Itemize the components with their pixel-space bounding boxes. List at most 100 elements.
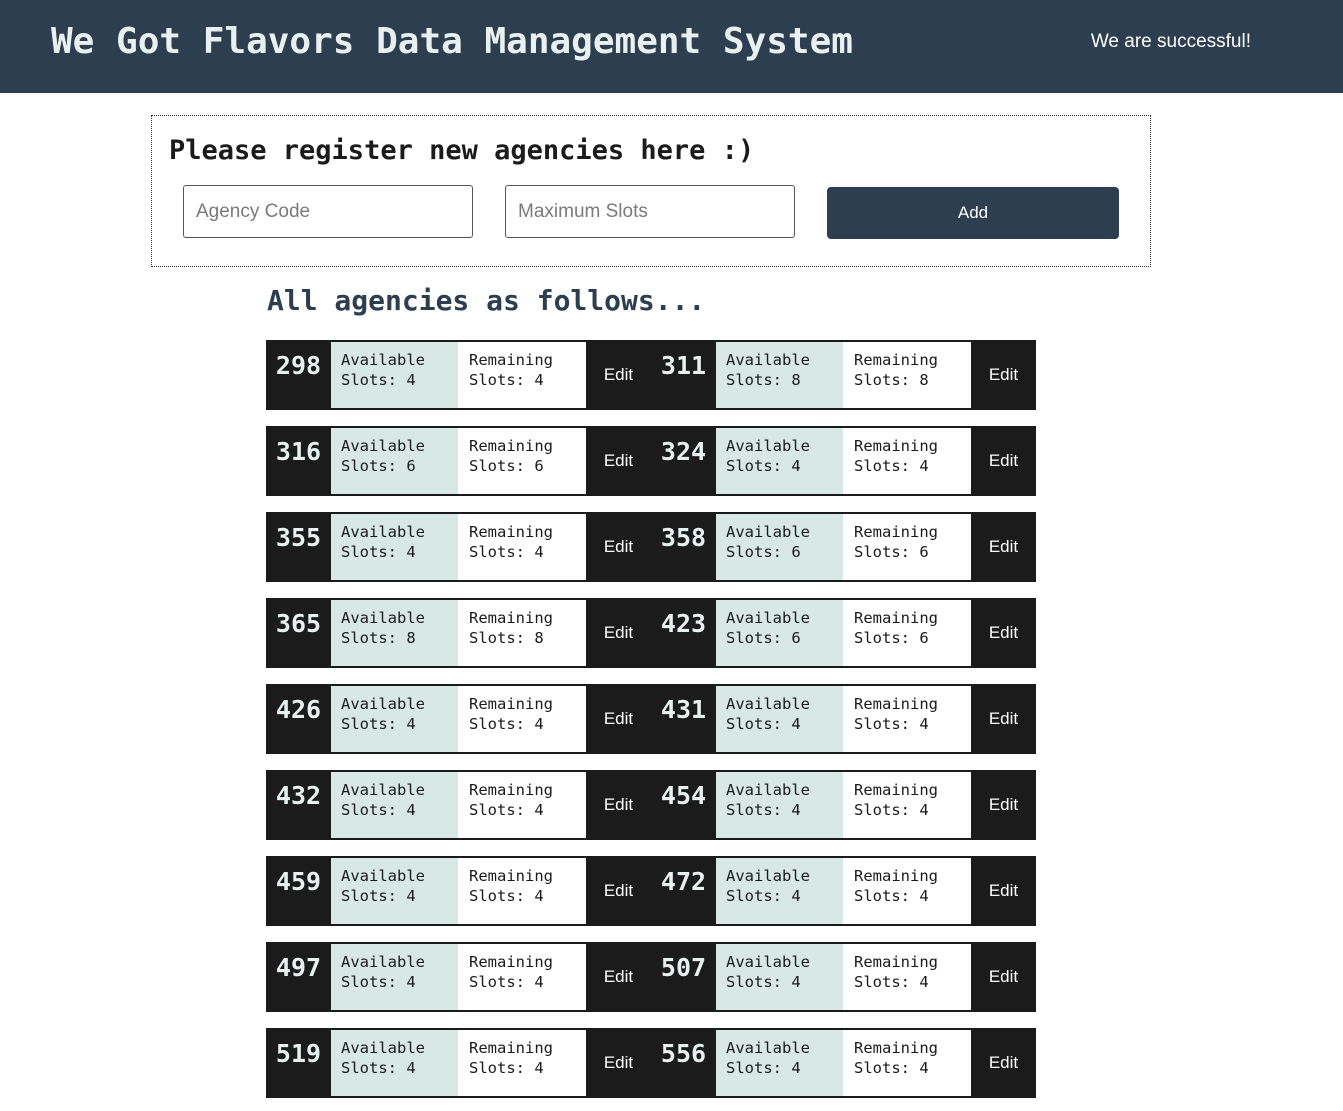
- slots-prefix: Slots:: [341, 543, 397, 561]
- available-slots-value: 4: [406, 543, 416, 561]
- remaining-label: Remaining: [469, 953, 553, 971]
- edit-agency-button[interactable]: Edit: [971, 426, 1036, 496]
- remaining-slots-line: Slots: 4: [469, 972, 586, 992]
- agency-card: 454 Available Slots: 4 Remaining Slots: 4 Edi…: [651, 770, 1036, 840]
- edit-agency-button[interactable]: Edit: [586, 1028, 651, 1098]
- agency-card: 431 Available Slots: 4 Remaining Slots: 4 Edi…: [651, 684, 1036, 754]
- available-slots-cell: Available Slots: 6: [716, 600, 843, 666]
- edit-agency-button[interactable]: Edit: [971, 684, 1036, 754]
- available-slots-value: 6: [791, 543, 801, 561]
- available-label: Available: [341, 781, 425, 799]
- edit-agency-button[interactable]: Edit: [971, 512, 1036, 582]
- remaining-label: Remaining: [469, 609, 553, 627]
- edit-agency-button[interactable]: Edit: [586, 426, 651, 496]
- remaining-slots-value: 4: [534, 543, 544, 561]
- app-header: We Got Flavors Data Management System We…: [0, 0, 1343, 93]
- available-label: Available: [726, 437, 810, 455]
- available-slots-line: Slots: 4: [341, 542, 458, 562]
- available-label: Available: [726, 867, 810, 885]
- slots-prefix: Slots:: [341, 715, 397, 733]
- edit-agency-button[interactable]: Edit: [586, 512, 651, 582]
- slots-prefix: Slots:: [469, 887, 525, 905]
- edit-agency-button[interactable]: Edit: [971, 942, 1036, 1012]
- agencies-list-heading: All agencies as follows...: [267, 284, 706, 317]
- edit-agency-button[interactable]: Edit: [586, 598, 651, 668]
- remaining-slots-line: Slots: 4: [854, 972, 971, 992]
- agency-code-input[interactable]: [183, 185, 473, 238]
- remaining-slots-cell: Remaining Slots: 4: [458, 1030, 586, 1096]
- available-label: Available: [341, 867, 425, 885]
- edit-agency-button[interactable]: Edit: [971, 340, 1036, 410]
- remaining-slots-cell: Remaining Slots: 4: [843, 686, 971, 752]
- agency-code: 324: [651, 426, 716, 496]
- available-slots-cell: Available Slots: 4: [716, 772, 843, 838]
- edit-agency-button[interactable]: Edit: [971, 856, 1036, 926]
- remaining-slots-value: 4: [534, 715, 544, 733]
- slots-prefix: Slots:: [854, 887, 910, 905]
- remaining-slots-line: Slots: 4: [854, 1058, 971, 1078]
- maximum-slots-input[interactable]: [505, 185, 795, 238]
- agency-card-grid: 298 Available Slots: 4 Remaining Slots: 4 Edi…: [266, 340, 1036, 1098]
- available-slots-value: 8: [791, 371, 801, 389]
- available-slots-line: Slots: 8: [726, 370, 843, 390]
- available-slots-cell: Available Slots: 4: [331, 1030, 458, 1096]
- available-slots-value: 4: [791, 887, 801, 905]
- remaining-slots-cell: Remaining Slots: 6: [458, 428, 586, 494]
- agency-code: 423: [651, 598, 716, 668]
- slots-prefix: Slots:: [726, 371, 782, 389]
- available-slots-cell: Available Slots: 4: [716, 944, 843, 1010]
- remaining-slots-line: Slots: 4: [854, 800, 971, 820]
- available-slots-line: Slots: 4: [726, 456, 843, 476]
- agency-card: 426 Available Slots: 4 Remaining Slots: 4 Edi…: [266, 684, 651, 754]
- available-slots-value: 4: [406, 973, 416, 991]
- edit-agency-button[interactable]: Edit: [971, 770, 1036, 840]
- edit-agency-button[interactable]: Edit: [586, 770, 651, 840]
- edit-agency-button[interactable]: Edit: [971, 1028, 1036, 1098]
- available-slots-value: 4: [406, 371, 416, 389]
- remaining-slots-value: 8: [919, 371, 929, 389]
- slots-prefix: Slots:: [726, 715, 782, 733]
- available-slots-value: 4: [791, 457, 801, 475]
- edit-agency-button[interactable]: Edit: [586, 684, 651, 754]
- remaining-slots-value: 6: [534, 457, 544, 475]
- remaining-label: Remaining: [469, 523, 553, 541]
- edit-agency-button[interactable]: Edit: [586, 942, 651, 1012]
- remaining-slots-cell: Remaining Slots: 4: [843, 858, 971, 924]
- available-slots-line: Slots: 4: [726, 800, 843, 820]
- remaining-slots-line: Slots: 4: [469, 370, 586, 390]
- slots-prefix: Slots:: [341, 801, 397, 819]
- remaining-slots-line: Slots: 4: [469, 542, 586, 562]
- add-agency-button[interactable]: Add: [827, 187, 1119, 239]
- remaining-slots-cell: Remaining Slots: 4: [458, 342, 586, 408]
- available-slots-value: 4: [406, 1059, 416, 1077]
- available-slots-cell: Available Slots: 6: [331, 428, 458, 494]
- agency-card: 459 Available Slots: 4 Remaining Slots: 4 Edi…: [266, 856, 651, 926]
- available-slots-value: 4: [791, 973, 801, 991]
- remaining-slots-line: Slots: 6: [469, 456, 586, 476]
- app-title: We Got Flavors Data Management System: [51, 21, 853, 62]
- available-slots-line: Slots: 4: [341, 1058, 458, 1078]
- edit-agency-button[interactable]: Edit: [586, 856, 651, 926]
- available-slots-line: Slots: 4: [726, 1058, 843, 1078]
- register-agency-panel: Please register new agencies here :) Add: [151, 115, 1151, 267]
- remaining-slots-line: Slots: 4: [469, 800, 586, 820]
- slots-prefix: Slots:: [341, 887, 397, 905]
- remaining-slots-cell: Remaining Slots: 4: [458, 772, 586, 838]
- agency-code: 431: [651, 684, 716, 754]
- edit-agency-button[interactable]: Edit: [586, 340, 651, 410]
- available-slots-line: Slots: 4: [341, 370, 458, 390]
- slots-prefix: Slots:: [726, 1059, 782, 1077]
- available-slots-line: Slots: 6: [726, 628, 843, 648]
- remaining-label: Remaining: [469, 695, 553, 713]
- remaining-slots-cell: Remaining Slots: 4: [458, 686, 586, 752]
- edit-agency-button[interactable]: Edit: [971, 598, 1036, 668]
- remaining-slots-line: Slots: 4: [854, 456, 971, 476]
- available-slots-line: Slots: 8: [341, 628, 458, 648]
- remaining-slots-value: 4: [534, 801, 544, 819]
- slots-prefix: Slots:: [854, 973, 910, 991]
- slots-prefix: Slots:: [341, 1059, 397, 1077]
- available-label: Available: [726, 1039, 810, 1057]
- remaining-slots-cell: Remaining Slots: 6: [843, 514, 971, 580]
- remaining-slots-cell: Remaining Slots: 4: [843, 772, 971, 838]
- remaining-label: Remaining: [854, 867, 938, 885]
